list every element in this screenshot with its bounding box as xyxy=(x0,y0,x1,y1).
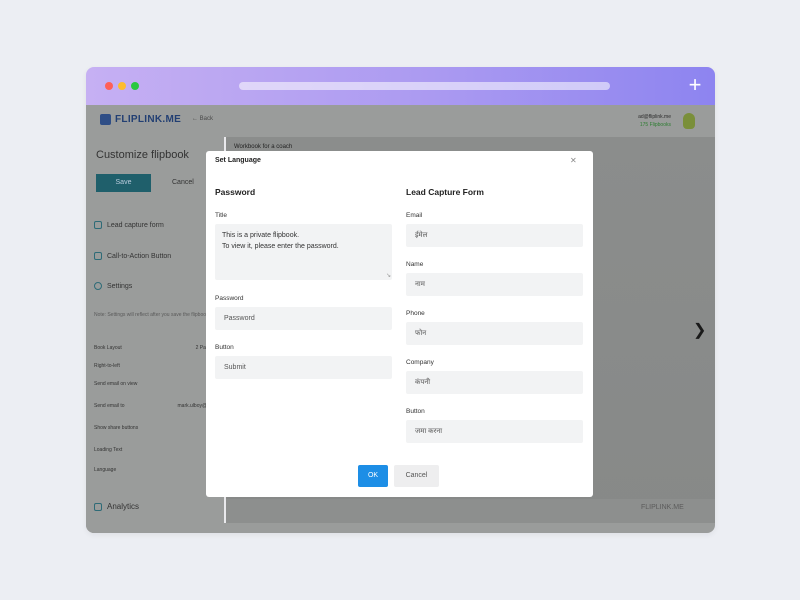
phone-field[interactable]: फोन xyxy=(406,322,583,345)
setting-label: Loading Text xyxy=(94,447,123,453)
form-icon xyxy=(94,221,102,229)
cancel-button[interactable]: Cancel xyxy=(394,465,439,487)
settings-note: Note: Settings will reflect after you sa… xyxy=(94,312,209,318)
company-label: Company xyxy=(406,359,434,366)
book-logo-icon xyxy=(100,114,111,125)
setting-label: Book Layout xyxy=(94,345,122,351)
password-label: Password xyxy=(215,295,244,302)
book-title: Workbook for a coach xyxy=(234,144,293,150)
setting-row-rtl[interactable]: Right-to-left xyxy=(94,363,214,369)
sidebar-item-label: Settings xyxy=(107,282,133,290)
canvas-bottom-bar xyxy=(226,499,715,523)
address-bar[interactable] xyxy=(239,82,610,90)
customize-sidebar: Customize flipbook Save Cancel Lead capt… xyxy=(86,137,224,533)
browser-titlebar: + xyxy=(86,67,715,105)
lead-button-label: Button xyxy=(406,408,425,415)
setting-label: Right-to-left xyxy=(94,363,120,369)
back-link[interactable]: ← Back xyxy=(192,116,213,122)
sidebar-item-settings[interactable]: Settings xyxy=(94,282,132,290)
logo-text: FLIPLINK.ME xyxy=(115,114,182,125)
app-header: FLIPLINK.ME ← Back ad@fliplink.me 175 Fl… xyxy=(86,105,715,137)
close-icon[interactable]: ✕ xyxy=(570,156,577,165)
cta-icon xyxy=(94,252,102,260)
account-email: ad@fliplink.me xyxy=(638,114,671,120)
gear-icon xyxy=(94,282,102,290)
setting-row-share-buttons[interactable]: Show share buttons xyxy=(94,425,214,431)
button-label: Button xyxy=(215,344,234,351)
setting-label: Show share buttons xyxy=(94,425,139,431)
maximize-window-dot[interactable] xyxy=(131,82,139,90)
email-field[interactable]: ईमेल xyxy=(406,224,583,247)
setting-row-email-to[interactable]: Send email to mark.ulboy@gm xyxy=(94,403,214,409)
set-language-modal: Set Language ✕ Password Title This is a … xyxy=(206,151,593,497)
sidebar-item-label: Call-to-Action Button xyxy=(107,252,172,260)
submit-text-input[interactable]: Submit xyxy=(215,356,392,379)
close-window-dot[interactable] xyxy=(105,82,113,90)
title-textarea[interactable]: This is a private flipbook. To view it, … xyxy=(215,224,392,280)
sidebar-cancel-button[interactable]: Cancel xyxy=(172,179,194,186)
phone-label: Phone xyxy=(406,310,425,317)
ok-button[interactable]: OK xyxy=(358,465,388,487)
resize-handle-icon[interactable]: ↘ xyxy=(386,272,391,279)
lead-button-field[interactable]: जमा करना xyxy=(406,420,583,443)
footer-strip xyxy=(86,523,715,533)
setting-row-email-on-view[interactable]: Send email on view xyxy=(94,381,214,387)
save-button[interactable]: Save xyxy=(96,174,151,192)
modal-title: Set Language xyxy=(215,157,261,164)
name-label: Name xyxy=(406,261,424,268)
title-label: Title xyxy=(215,212,228,219)
fliplink-watermark: FLIPLINK.ME xyxy=(641,504,684,511)
sidebar-item-lead-capture[interactable]: Lead capture form xyxy=(94,221,164,229)
new-tab-plus-icon[interactable]: + xyxy=(683,73,707,97)
email-label: Email xyxy=(406,212,423,219)
chart-icon xyxy=(94,502,102,511)
password-section-heading: Password xyxy=(215,187,256,197)
setting-label: Send email to xyxy=(94,403,125,409)
sidebar-item-label: Analytics xyxy=(107,502,140,511)
sidebar-title: Customize flipbook xyxy=(96,149,189,161)
chevron-right-icon[interactable]: ❯ xyxy=(693,320,706,340)
password-input[interactable]: Password xyxy=(215,307,392,330)
minimize-window-dot[interactable] xyxy=(118,82,126,90)
setting-row-book-layout[interactable]: Book Layout 2 Pages xyxy=(94,345,214,351)
lead-section-heading: Lead Capture Form xyxy=(406,187,484,197)
sidebar-item-cta[interactable]: Call-to-Action Button xyxy=(94,252,171,260)
avatar[interactable] xyxy=(683,113,695,129)
setting-label: Send email on view xyxy=(94,381,138,387)
company-field[interactable]: कंपनी xyxy=(406,371,583,394)
sidebar-item-analytics[interactable]: Analytics xyxy=(94,502,139,511)
sidebar-item-label: Lead capture form xyxy=(107,221,164,229)
account-plan: 175 Flipbooks xyxy=(639,122,671,128)
setting-row-loading-text[interactable]: Loading Text xyxy=(94,447,214,453)
name-field[interactable]: नाम xyxy=(406,273,583,296)
fliplink-logo[interactable]: FLIPLINK.ME xyxy=(100,114,181,125)
setting-row-language[interactable]: Language hi xyxy=(94,467,214,473)
setting-label: Language xyxy=(94,467,117,473)
